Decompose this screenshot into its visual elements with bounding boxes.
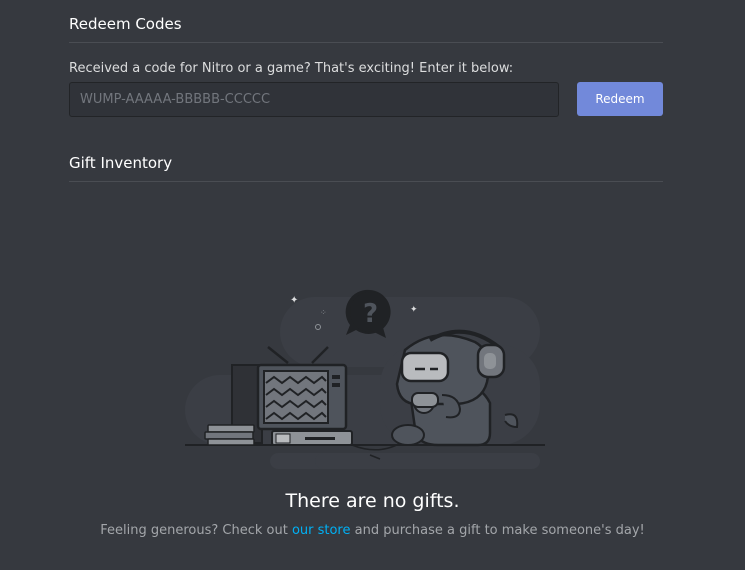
empty-gifts-illustration: ✦ ✦ ⁘ ?	[185, 289, 545, 469]
redeem-prompt: Received a code for Nitro or a game? Tha…	[69, 61, 514, 76]
character-foot-left	[391, 424, 425, 446]
bg-blob-bottom-right	[315, 453, 540, 469]
store-link[interactable]: our store	[292, 523, 351, 538]
gift-inventory-title: Gift Inventory	[69, 154, 173, 172]
redeem-button[interactable]: Redeem	[577, 82, 663, 116]
gift-settings-page: Redeem Codes Received a code for Nitro o…	[0, 0, 745, 570]
cartridge-stack	[207, 424, 255, 433]
sparkle-star-icon: ✦	[290, 295, 298, 306]
gamepad-icon	[411, 392, 439, 408]
empty-sub-text-before: Feeling generous? Check out	[100, 523, 292, 538]
redeem-codes-title: Redeem Codes	[69, 15, 182, 33]
vr-goggles-icon	[400, 351, 450, 383]
sparkle-star-icon: ✦	[410, 305, 418, 315]
empty-gifts-title: There are no gifts.	[285, 490, 460, 512]
sparkle-dots-icon: ⁘	[320, 308, 327, 317]
empty-sub-text-after: and purchase a gift to make someone's da…	[350, 523, 645, 538]
empty-gifts-subtitle: Feeling generous? Check out our store an…	[0, 523, 745, 538]
redeem-divider	[69, 42, 663, 43]
question-mark-icon: ?	[363, 299, 378, 329]
inventory-divider	[69, 181, 663, 182]
redeem-code-input[interactable]	[69, 82, 559, 117]
